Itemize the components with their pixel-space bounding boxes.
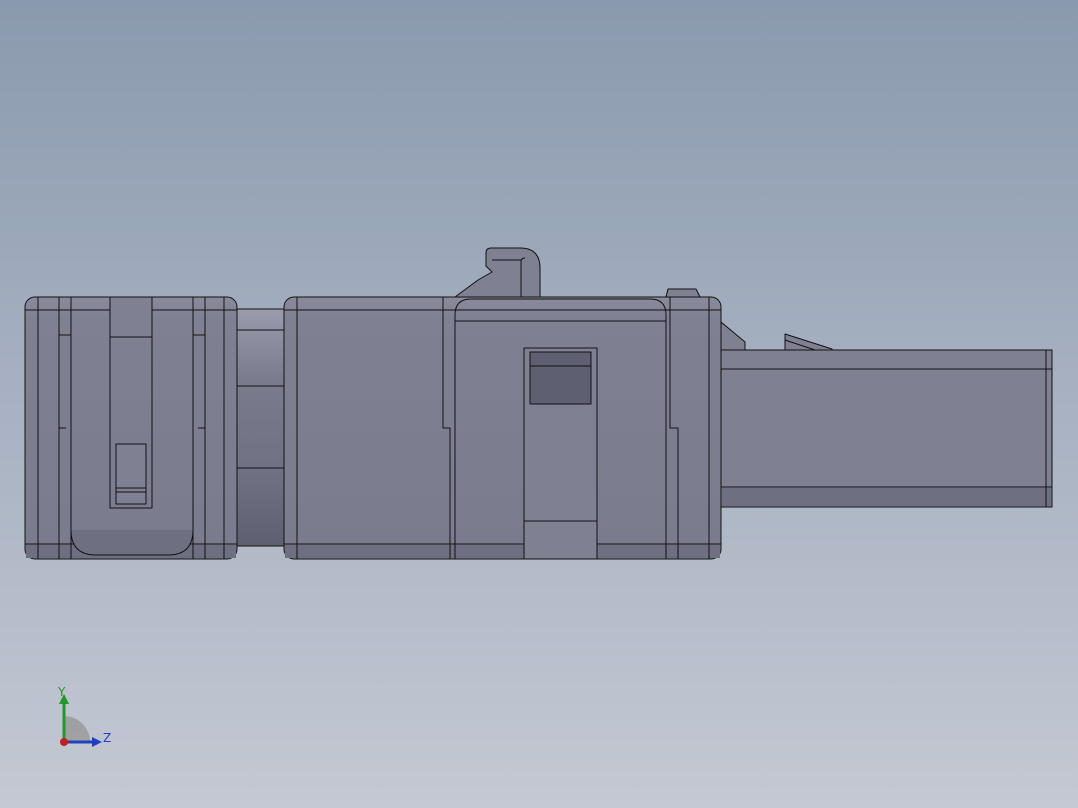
plug-extension <box>720 321 1053 508</box>
housing-neck <box>236 308 285 547</box>
axis-z-label: Z <box>103 731 112 745</box>
main-body <box>283 247 722 560</box>
connector-model[interactable] <box>0 0 1078 808</box>
axis-y-label: Y <box>58 685 66 699</box>
graphics-viewport[interactable]: Y Z <box>0 0 1078 808</box>
left-housing <box>24 296 238 560</box>
orientation-triad: Y Z <box>48 684 128 756</box>
